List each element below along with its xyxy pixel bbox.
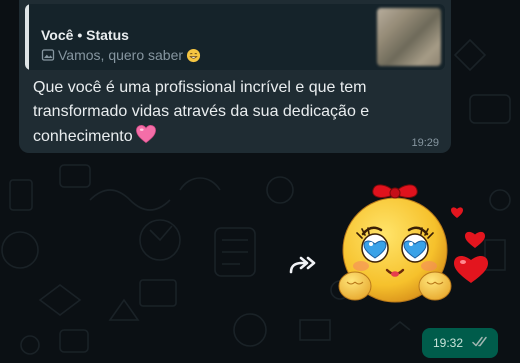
quoted-caption: Vamos, quero saber: [58, 47, 184, 63]
emoji-girl-heart-eyes-sticker[interactable]: [335, 178, 501, 308]
forward-button[interactable]: [283, 246, 321, 284]
message-time: 19:29: [411, 137, 439, 149]
double-check-icon: [472, 336, 487, 347]
quoted-author-name: Você: [41, 27, 74, 43]
outgoing-time: 19:32: [433, 336, 464, 350]
quoted-source: Status: [86, 27, 129, 43]
grinning-face-emoji: [186, 48, 201, 62]
quoted-author: Você • Status: [41, 27, 129, 43]
outgoing-message-bubble[interactable]: 19:32: [422, 328, 498, 358]
pink-heart-emoji: [135, 124, 156, 144]
status-thumbnail: [377, 8, 441, 66]
quoted-status-reply[interactable]: Você • Status Vamos, quero saber: [25, 4, 445, 70]
incoming-message-bubble[interactable]: Você • Status Vamos, quero saber Que voc…: [19, 0, 451, 153]
image-icon: [41, 49, 55, 61]
quoted-caption-row: Vamos, quero saber: [41, 47, 201, 63]
message-text: Que você é uma profissional incrível e q…: [33, 76, 393, 149]
quote-accent-bar: [25, 4, 29, 70]
message-body: Que você é uma profissional incrível e q…: [33, 79, 370, 145]
forward-arrow-icon: [289, 256, 316, 274]
